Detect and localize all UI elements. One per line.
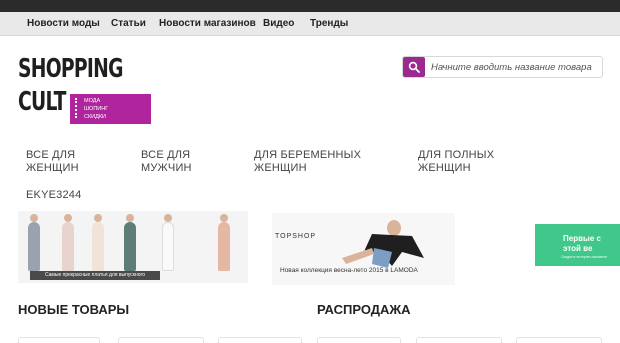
nav-item-video[interactable]: Видео [263,18,294,29]
logo-dots-decoration [75,98,78,118]
logo-tag-line: шопинг [84,106,109,112]
model-figure [162,222,174,271]
category-ekye3244[interactable]: ekye3244 [26,189,116,202]
banner-caption: Новая коллекция весна-лето 2015 в LAMODA [280,267,418,274]
nav-item-trends[interactable]: Тренды [310,18,348,29]
category-maternity[interactable]: Для беременных женщин [254,149,384,175]
search-box [402,56,603,78]
product-card[interactable] [18,337,100,343]
search-input[interactable] [431,59,599,75]
model-figure [64,214,72,222]
top-strip [0,0,620,12]
model-figure [28,222,40,271]
banner-headline: Первые с этой ве [563,234,601,254]
banner-caption: Самые прекрасные платья для выпускного [30,271,160,280]
product-card[interactable] [218,337,302,343]
model-figure [92,222,104,271]
product-card[interactable] [416,337,502,343]
model-figure [94,214,102,222]
model-figure [30,214,38,222]
model-figure [124,222,136,271]
nav-item-fashion-news[interactable]: Новости моды [27,18,100,29]
product-card[interactable] [516,337,602,343]
banner-promo[interactable]: Первые с этой ве Скидки в интернет-магаз… [535,224,620,266]
banner-headline-line: Первые с [563,234,601,243]
model-figure [220,214,228,222]
section-title-sale: Распродажа [317,302,411,317]
banner-subtext: Скидки в интернет-магазине [561,255,608,259]
nav-item-articles[interactable]: Статьи [111,18,146,29]
model-figure [164,214,172,222]
section-title-new-items: Новые товары [18,302,130,317]
model-photo [342,220,424,268]
logo-tag-line: мода [84,98,101,104]
logo-word-shopping: SHOPPING [18,54,123,84]
banner-headline-line: этой ве [563,244,593,253]
main-nav: Новости моды Статьи Новости магазинов Ви… [0,12,620,36]
nav-item-store-news[interactable]: Новости магазинов [159,18,256,29]
logo-tagline: мода шопинг скидки [70,94,151,124]
logo-tag-line: скидки [84,114,107,120]
model-figure [126,214,134,222]
category-men[interactable]: Все для мужчин [141,149,211,175]
category-women[interactable]: Все для женщин [26,149,96,175]
search-button[interactable] [403,57,425,77]
product-card[interactable] [118,337,204,343]
banner-prom-dresses[interactable]: Самые прекрасные платья для выпускного [18,211,248,283]
category-plus-size[interactable]: Для полных женщин [418,149,508,175]
search-icon [408,61,420,73]
product-card[interactable] [317,337,401,343]
logo-word-cult: CULT [18,87,66,117]
site-logo[interactable]: SHOPPING CULT мода шопинг скидки [18,54,151,128]
banner-brand: TOPSHOP [275,233,317,240]
model-figure [218,222,230,271]
model-figure [62,222,74,271]
banner-topshop[interactable]: TOPSHOP Новая коллекция весна-лето 2015 … [272,213,455,285]
